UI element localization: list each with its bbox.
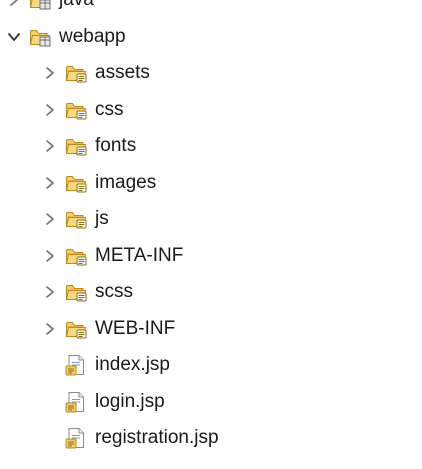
folder-icon bbox=[66, 248, 87, 266]
tree-item-label: assets bbox=[95, 62, 150, 84]
tree-item-label: login.jsp bbox=[95, 390, 165, 412]
chevron-right-icon[interactable] bbox=[42, 138, 58, 154]
chevron-right-icon[interactable] bbox=[42, 175, 58, 191]
tree-item-css[interactable]: css bbox=[0, 92, 422, 129]
tree-item-webapp[interactable]: webapp bbox=[0, 19, 422, 56]
project-explorer-tree: java webapp assets css fonts images js M… bbox=[0, 0, 422, 457]
chevron-right-icon[interactable] bbox=[42, 65, 58, 81]
tree-item-label: META-INF bbox=[95, 244, 184, 266]
chevron-down-icon[interactable] bbox=[6, 29, 22, 45]
tree-item-label: index.jsp bbox=[95, 354, 170, 376]
tree-item-label: java bbox=[59, 0, 94, 11]
chevron-right-icon[interactable] bbox=[42, 248, 58, 264]
folder-icon bbox=[66, 285, 87, 302]
tree-item-index-jsp[interactable]: index.jsp bbox=[0, 347, 422, 384]
folder-icon bbox=[66, 102, 87, 120]
tree-item-label: js bbox=[95, 208, 109, 230]
tree-item-login-jsp[interactable]: login.jsp bbox=[0, 384, 422, 421]
package-folder-icon bbox=[30, 0, 51, 10]
tree-item-fonts[interactable]: fonts bbox=[0, 128, 422, 165]
folder-icon bbox=[66, 175, 87, 193]
tree-item-label: registration.jsp bbox=[95, 427, 219, 449]
tree-item-label: scss bbox=[95, 281, 133, 303]
tree-item-label: css bbox=[95, 98, 124, 120]
chevron-right-icon[interactable] bbox=[42, 102, 58, 118]
package-folder-icon bbox=[30, 29, 51, 47]
tree-item-web-inf[interactable]: WEB-INF bbox=[0, 311, 422, 348]
chevron-right-icon[interactable] bbox=[6, 0, 22, 8]
folder-icon bbox=[66, 66, 87, 83]
jsp-file-icon bbox=[65, 391, 84, 413]
tree-item-label: images bbox=[95, 171, 157, 193]
tree-item-meta-inf[interactable]: META-INF bbox=[0, 238, 422, 275]
folder-icon bbox=[66, 139, 87, 156]
tree-item-label: WEB-INF bbox=[95, 317, 176, 339]
chevron-right-icon[interactable] bbox=[42, 321, 58, 337]
tree-item-registration-jsp[interactable]: registration.jsp bbox=[0, 420, 422, 457]
jsp-file-icon bbox=[65, 428, 84, 449]
tree-item-images[interactable]: images bbox=[0, 165, 422, 202]
tree-item-label: fonts bbox=[95, 135, 137, 157]
folder-icon bbox=[66, 212, 87, 229]
tree-item-assets[interactable]: assets bbox=[0, 55, 422, 92]
tree-item-js[interactable]: js bbox=[0, 201, 422, 238]
chevron-right-icon[interactable] bbox=[42, 211, 58, 227]
folder-icon bbox=[66, 321, 87, 339]
jsp-file-icon bbox=[65, 355, 84, 376]
tree-item-scss[interactable]: scss bbox=[0, 274, 422, 311]
tree-item-java[interactable]: java bbox=[0, 0, 422, 19]
chevron-right-icon[interactable] bbox=[42, 284, 58, 300]
tree-item-label: webapp bbox=[59, 25, 126, 47]
